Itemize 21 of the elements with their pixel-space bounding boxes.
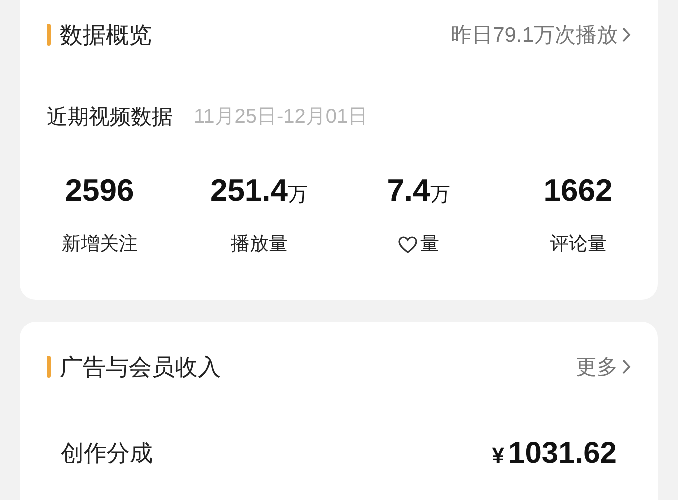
accent-bar <box>47 356 51 378</box>
stat-label: 播放量 <box>230 233 288 257</box>
subtitle: 近期视频数据 <box>47 104 173 130</box>
accent-bar <box>47 24 51 46</box>
date-range: 11月25日-12月01日 <box>194 105 368 130</box>
section-title: 广告与会员收入 <box>60 353 221 382</box>
heart-icon <box>398 236 418 254</box>
stat-label: 评论量 <box>550 233 607 257</box>
more-link[interactable]: 昨日79.1万次播放 <box>451 20 631 51</box>
stat-label: 量 <box>420 233 440 257</box>
income-amount: ¥1031.62 <box>492 436 617 472</box>
stat-value: 2596 <box>65 175 134 209</box>
stat-value: 251.4万 <box>210 175 308 209</box>
stat-value: 1662 <box>544 175 613 209</box>
section-title: 数据概览 <box>60 21 152 50</box>
stat-value: 7.4万 <box>387 175 450 209</box>
chevron-right-icon <box>622 359 631 376</box>
more-link[interactable]: 更多 <box>576 352 631 383</box>
stat-label: 新增关注 <box>62 233 138 257</box>
income-label: 创作分成 <box>61 438 153 468</box>
chevron-right-icon <box>622 27 631 44</box>
